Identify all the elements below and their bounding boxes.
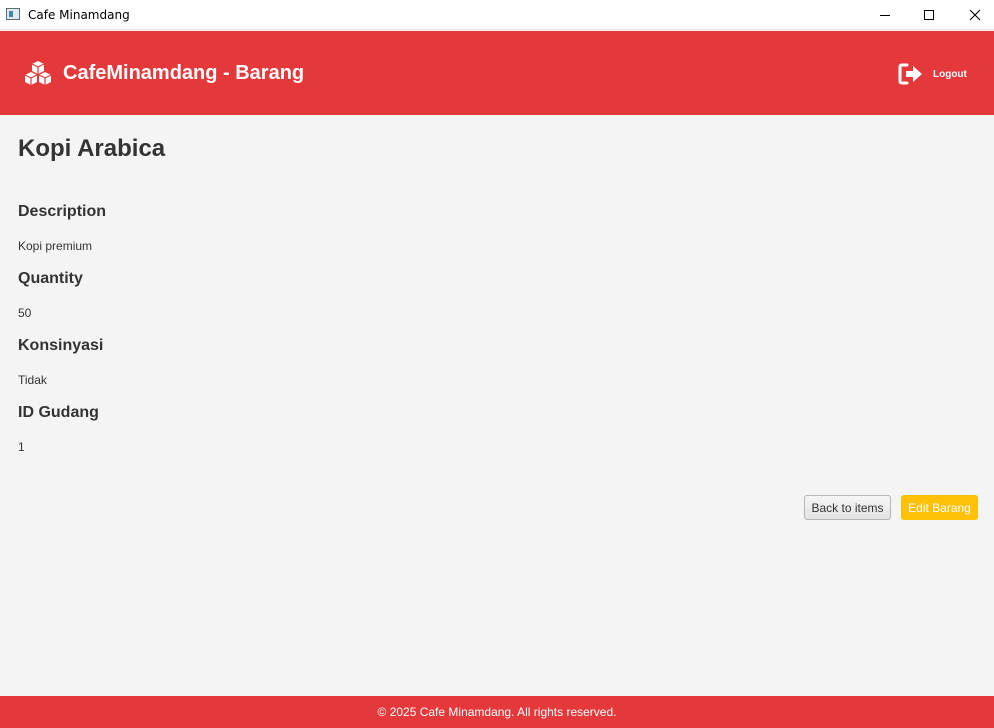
- konsinyasi-value: Tidak: [18, 373, 47, 387]
- maximize-icon: [924, 10, 934, 20]
- logout-label: Logout: [933, 68, 967, 80]
- window-title-bar: Cafe Minamdang: [0, 0, 994, 30]
- page-title: CafeMinamdang - Barang: [63, 62, 305, 84]
- item-name-heading: Kopi Arabica: [18, 135, 166, 162]
- quantity-label: Quantity: [18, 270, 83, 287]
- cubes-icon: [24, 61, 52, 85]
- konsinyasi-label: Konsinyasi: [18, 337, 104, 354]
- maximize-button[interactable]: [906, 0, 952, 30]
- minimize-button[interactable]: [862, 0, 908, 30]
- window-title: Cafe Minamdang: [28, 8, 130, 22]
- quantity-value: 50: [18, 306, 32, 320]
- close-button[interactable]: [952, 0, 994, 30]
- description-label: Description: [18, 203, 107, 220]
- app-icon: [6, 8, 20, 20]
- edit-barang-button[interactable]: Edit Barang: [901, 495, 978, 520]
- description-value: Kopi premium: [18, 239, 93, 253]
- app-footer: © 2025 Cafe Minamdang. All rights reserv…: [0, 696, 994, 728]
- id-gudang-value: 1: [18, 440, 25, 454]
- copyright-text: © 2025 Cafe Minamdang. All rights reserv…: [377, 705, 617, 719]
- back-to-items-button[interactable]: Back to items: [804, 495, 891, 520]
- sign-out-icon: [898, 63, 922, 85]
- minimize-icon: [880, 15, 890, 16]
- app-header: CafeMinamdang - Barang Logout: [0, 31, 994, 115]
- close-icon: [969, 9, 981, 21]
- logout-button[interactable]: Logout: [898, 62, 967, 86]
- id-gudang-label: ID Gudang: [18, 404, 99, 421]
